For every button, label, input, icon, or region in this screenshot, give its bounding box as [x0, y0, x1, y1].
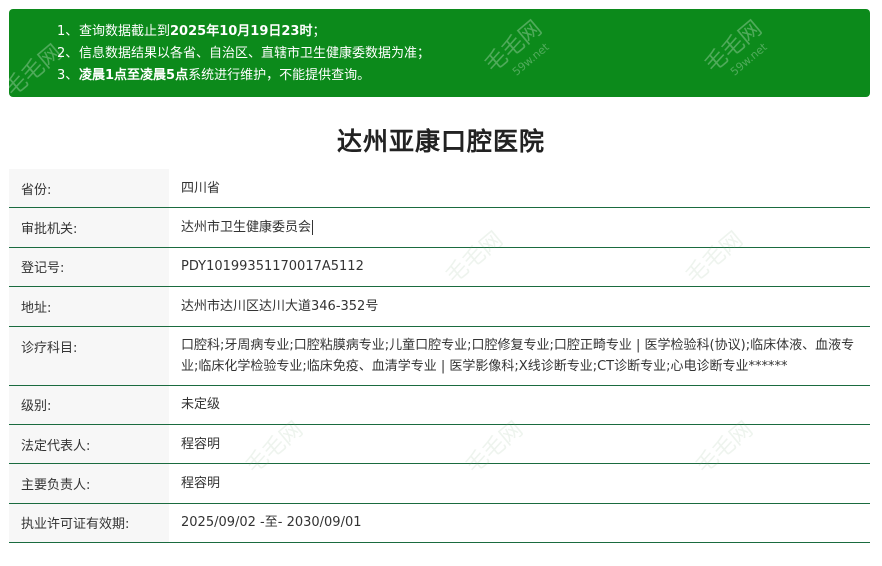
- notice-item: 2、信息数据结果以各省、自治区、直辖市卫生健康委数据为准；: [57, 46, 431, 61]
- row-label: 级别:: [9, 385, 169, 424]
- watermark: 毛毛网: [480, 16, 547, 78]
- row-value: 达州市卫生健康委员会: [181, 220, 314, 236]
- notice-banner: 1、查询数据截止到2025年10月19日23时； 2、信息数据结果以各省、自治区…: [9, 9, 870, 97]
- info-row-province: 省份: 四川省: [9, 169, 870, 209]
- info-row-registration: 登记号: PDY10199351170017A5112: [9, 247, 870, 288]
- row-label: 省份:: [9, 169, 169, 208]
- notice-item: 1、查询数据截止到2025年10月19日23时；: [57, 24, 326, 39]
- row-label: 地址:: [9, 287, 169, 326]
- row-value: PDY10199351170017A5112: [181, 259, 364, 275]
- row-label: 登记号:: [9, 247, 169, 287]
- info-row-approver: 审批机关: 达州市卫生健康委员会: [9, 208, 870, 248]
- info-row-level: 级别: 未定级: [9, 385, 870, 425]
- row-label: 诊疗科目:: [9, 326, 169, 385]
- row-value: 四川省: [181, 180, 221, 196]
- row-value: 达州市达川区达川大道346-352号: [181, 298, 379, 314]
- notice-item: 3、凌晨1点至凌晨5点系统进行维护，不能提供查询。: [57, 68, 371, 83]
- row-value: 程容明: [181, 436, 221, 452]
- row-label: 审批机关:: [9, 208, 169, 247]
- row-label: 主要负责人:: [9, 464, 169, 503]
- info-row-license-validity: 执业许可证有效期: 2025/09/02 -至- 2030/09/01: [9, 503, 870, 544]
- watermark-sub: 59w.net: [509, 40, 552, 79]
- text-cursor: [312, 220, 314, 236]
- row-value: 未定级: [181, 397, 221, 413]
- row-label: 执业许可证有效期:: [9, 503, 169, 543]
- row-label: 法定代表人:: [9, 424, 169, 464]
- watermark: 毛毛网: [700, 16, 767, 78]
- row-value: 程容明: [181, 476, 221, 492]
- hospital-info-table: 省份: 四川省 审批机关: 达州市卫生健康委员会 登记号: PDY1019935…: [9, 169, 870, 544]
- info-row-principal: 主要负责人: 程容明: [9, 464, 870, 504]
- watermark-sub: 59w.net: [727, 40, 770, 79]
- row-value: 2025/09/02 -至- 2030/09/01: [181, 515, 362, 531]
- page-title: 达州亚康口腔医院: [336, 127, 545, 156]
- info-row-legal-rep: 法定代表人: 程容明: [9, 424, 870, 465]
- row-value: 口腔科;牙周病专业;口腔粘膜病专业;儿童口腔专业;口腔修复专业;口腔正畸专业 |…: [181, 337, 855, 374]
- info-row-address: 地址: 达州市达川区达川大道346-352号: [9, 287, 870, 327]
- notice-list: 1、查询数据截止到2025年10月19日23时； 2、信息数据结果以各省、自治区…: [57, 21, 430, 87]
- info-row-departments: 诊疗科目: 口腔科;牙周病专业;口腔粘膜病专业;儿童口腔专业;口腔修复专业;口腔…: [9, 326, 870, 386]
